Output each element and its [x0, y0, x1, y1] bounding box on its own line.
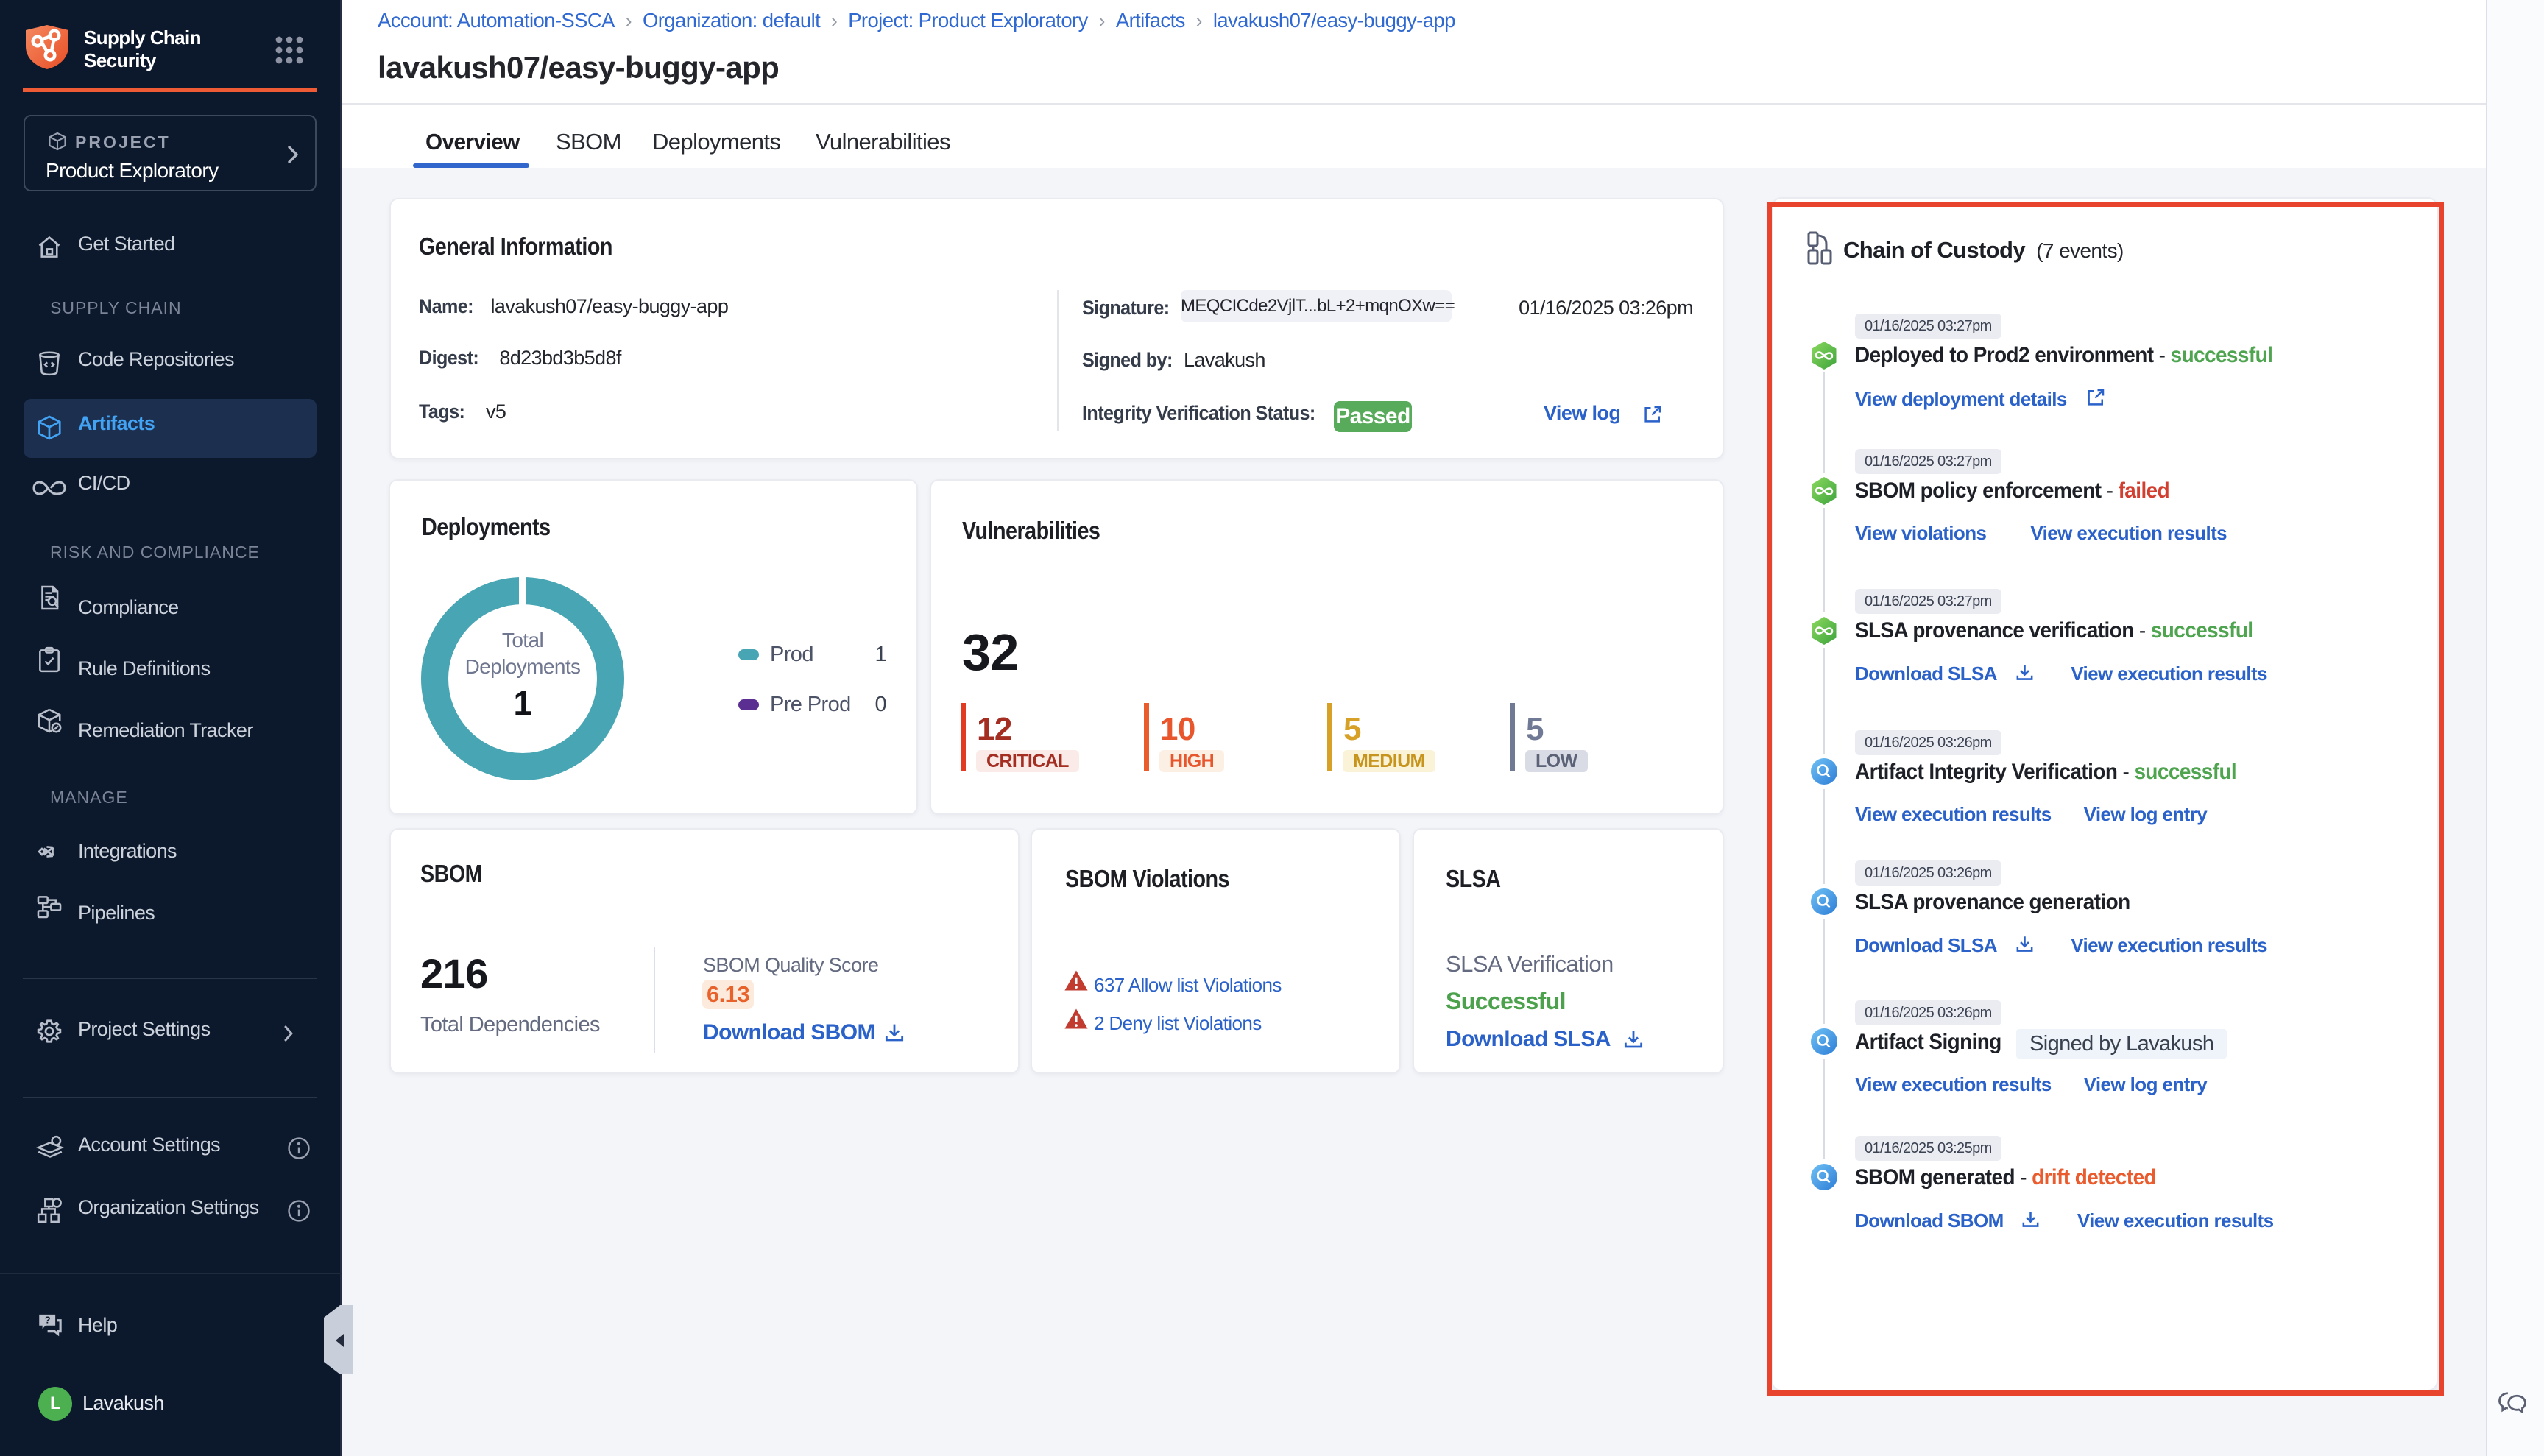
- svg-text:?: ?: [45, 1314, 51, 1325]
